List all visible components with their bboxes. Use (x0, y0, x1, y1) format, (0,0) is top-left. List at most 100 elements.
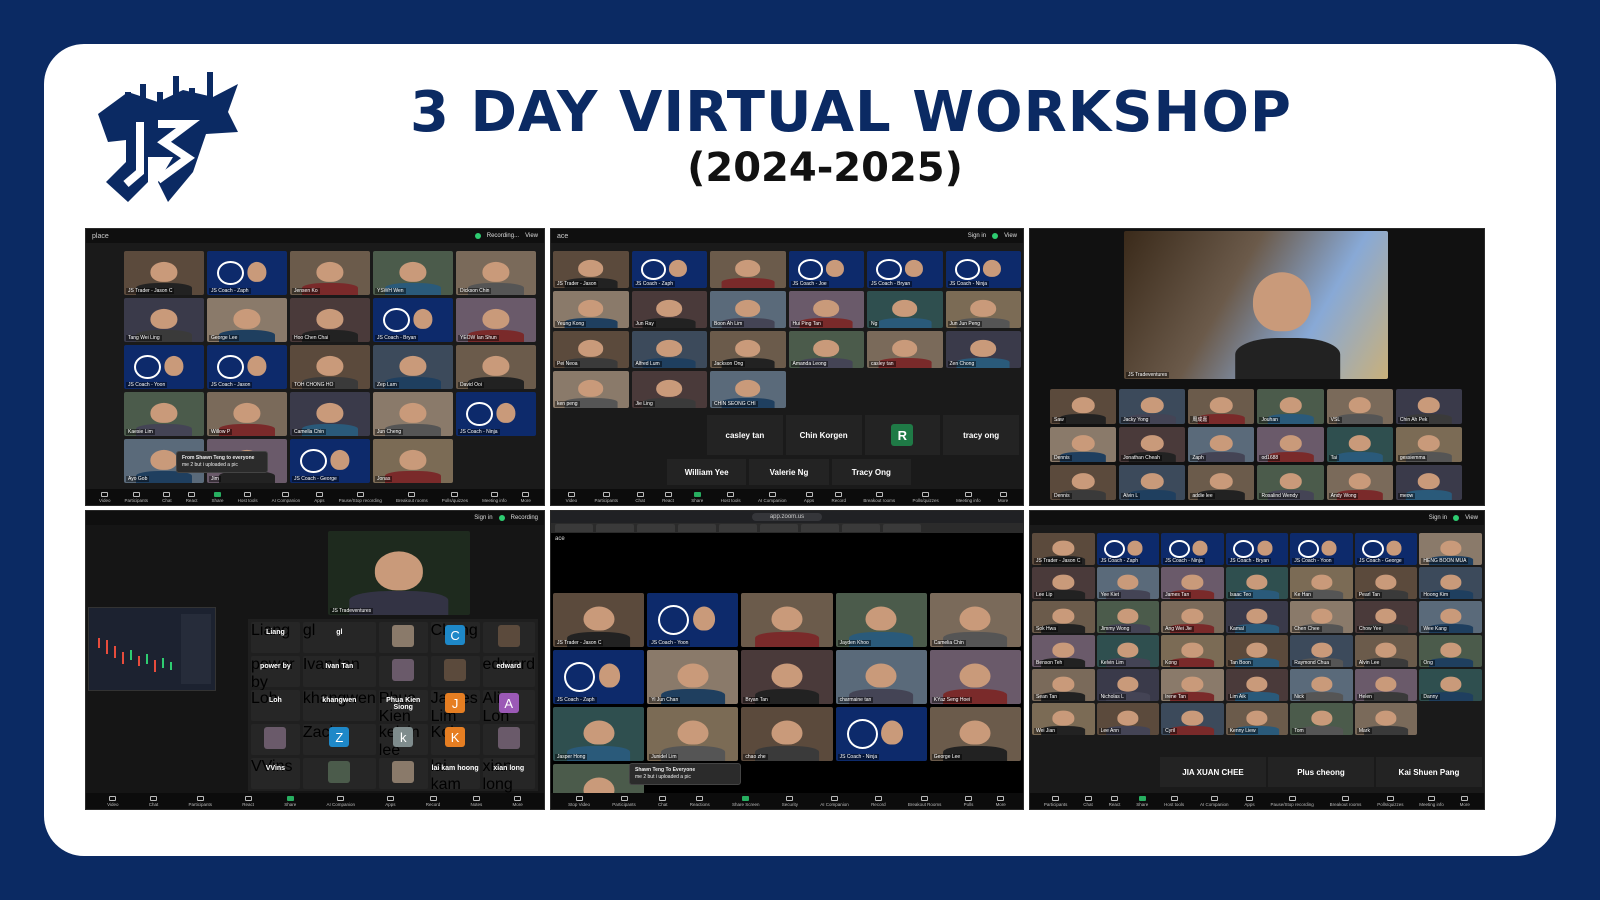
participant-video-tile[interactable] (741, 593, 833, 647)
participant-video-tile[interactable]: Bryan Tan (741, 650, 833, 704)
toolbar-button[interactable]: AI Companion (1200, 795, 1229, 807)
toolbar-button[interactable]: Chat (635, 491, 645, 503)
participant-video-tile[interactable]: Saw (1050, 389, 1117, 424)
participant-video-tile[interactable]: Pei Neoa (553, 331, 629, 368)
participant-video-tile[interactable]: George Lee (207, 298, 287, 342)
participant-video-tile[interactable]: Willow P (207, 392, 287, 436)
participant-video-tile[interactable]: Ong (1419, 635, 1482, 667)
toolbar-button[interactable]: AI Companion (758, 491, 787, 503)
browser-tab[interactable] (842, 524, 880, 532)
participant-video-tile[interactable]: addie lee (1188, 465, 1255, 500)
participant-video-tile[interactable]: 周成嘉 (1188, 389, 1255, 424)
toolbar-button[interactable]: Chat (658, 795, 668, 807)
toolbar-button[interactable]: Apps (385, 795, 396, 807)
participant-video-tile[interactable]: Dickson Chin (456, 251, 536, 295)
toolbar-button[interactable]: Apps (804, 491, 814, 503)
participant-video-tile[interactable]: Jensen Ko (290, 251, 370, 295)
participant-video-tile[interactable]: Chin Ah Pek (1395, 389, 1462, 424)
toolbar-button[interactable]: Host tools (238, 491, 258, 503)
participant-video-tile[interactable]: JS Trader - Jason C (1032, 533, 1095, 565)
participant-name-tile[interactable]: gl gl (302, 622, 376, 653)
toolbar-button[interactable]: Apps (314, 491, 325, 503)
toolbar-button[interactable]: Record (426, 795, 440, 807)
toolbar-button[interactable]: More (1460, 795, 1470, 807)
participant-letter-tile[interactable]: AAlice Loh (482, 690, 535, 725)
toolbar-button[interactable]: More (998, 491, 1008, 503)
participant-video-tile[interactable]: Ke Han (1290, 567, 1353, 599)
participant-photo-tile[interactable] (482, 622, 535, 653)
participant-video-tile[interactable]: Kamal (1225, 601, 1289, 633)
toolbar-button[interactable]: Polls/quizzes (1377, 795, 1403, 807)
toolbar-button[interactable]: Breakout rooms (863, 491, 895, 503)
participant-video-tile[interactable]: Andy Wong (1326, 465, 1393, 500)
participant-video-tile[interactable]: JS Trader - Jason C (553, 593, 645, 647)
participant-video-tile[interactable]: Ang Wei Jie (1161, 601, 1224, 633)
participant-video-tile[interactable]: Tai (1326, 427, 1393, 462)
toolbar-button[interactable]: Polls (964, 795, 973, 807)
participant-name-tile[interactable]: VVins VVins (251, 758, 300, 789)
participant-video-tile[interactable]: Tan Boon (1225, 635, 1289, 667)
participant-video-tile[interactable]: James Tan (1161, 567, 1224, 599)
participant-video-tile[interactable]: Camelia Chin (929, 593, 1021, 647)
view-button[interactable]: View (1004, 233, 1017, 239)
participant-photo-tile[interactable] (378, 622, 428, 653)
browser-tab[interactable] (883, 524, 921, 532)
toolbar-button[interactable]: Pause/Stop recording (339, 491, 382, 503)
participant-name-tile[interactable]: Ivan Tan Ivan tan (302, 656, 376, 687)
browser-tab[interactable] (555, 524, 593, 532)
participant-video-tile[interactable]: JS Coach - Bryan (1225, 533, 1289, 565)
participant-video-tile[interactable]: Jacky Yong (1119, 389, 1186, 424)
participant-video-tile[interactable]: Kenny Liew (1225, 703, 1289, 735)
participant-video-tile[interactable]: Tang Wei Ling (124, 298, 204, 342)
participant-video-tile[interactable]: Sean Tan (1032, 669, 1095, 701)
toolbar-button[interactable]: Video (99, 491, 110, 503)
toolbar-button[interactable]: Participants (594, 491, 618, 503)
participant-video-tile[interactable]: Jayden Khoo (835, 593, 927, 647)
participant-video-tile[interactable]: Jonas (373, 439, 453, 483)
participant-video-tile[interactable]: casley tan (867, 331, 943, 368)
participant-video-tile[interactable]: JS Coach - Zaph (631, 251, 707, 288)
browser-tab[interactable] (719, 524, 757, 532)
toolbar-button[interactable]: React (242, 795, 254, 807)
participant-video-tile[interactable]: JS Coach - Ninja (945, 251, 1021, 288)
toolbar-button[interactable]: Polls/quizzes (912, 491, 939, 503)
toolbar-button[interactable]: Chat (1083, 795, 1093, 807)
toolbar-button[interactable]: React (186, 491, 197, 503)
toolbar-button[interactable]: Share Screen (732, 795, 760, 807)
participant-video-tile[interactable]: gessiemma (1395, 427, 1462, 462)
participant-video-tile[interactable]: Zen Chong (945, 331, 1021, 368)
participant-letter-tile[interactable]: CChung (430, 622, 480, 653)
participant-video-tile[interactable]: JS Coach - Joe (788, 251, 864, 288)
toolbar-button[interactable]: Pause/Stop recording (1270, 795, 1314, 807)
participant-video-tile[interactable]: JS Coach - George (1354, 533, 1418, 565)
participant-video-tile[interactable]: Jun Jun Peng (945, 291, 1021, 328)
participant-video-tile[interactable]: Zep Lam (373, 345, 453, 389)
participant-photo-tile[interactable] (378, 656, 428, 687)
participant-video-tile[interactable]: Raymond Chua (1290, 635, 1353, 667)
browser-tab[interactable] (596, 524, 634, 532)
toolbar-button[interactable]: Apps (1244, 795, 1255, 807)
toolbar-button[interactable]: Host tools (721, 491, 741, 503)
toolbar-button[interactable]: Breakout Rooms (908, 795, 941, 807)
participant-video-tile[interactable]: Jun Ray (631, 291, 707, 328)
participant-video-tile[interactable]: JS Coach - Ninja (456, 392, 536, 436)
participant-video-tile[interactable]: Helen (1354, 669, 1418, 701)
participant-video-tile[interactable]: Jimmy Wong (1096, 601, 1160, 633)
participant-video-tile[interactable]: meow (1395, 465, 1462, 500)
toolbar-button[interactable]: Host tools (1164, 795, 1184, 807)
participant-video-tile[interactable]: Jackson Ong (710, 331, 786, 368)
participant-name-tile[interactable]: lai kam hoonglai kam hoong (430, 758, 480, 809)
participant-video-tile[interactable]: JS Coach - Zaph (553, 650, 645, 704)
participant-photo-tile[interactable] (302, 758, 376, 789)
toolbar-button[interactable]: Meeting info (956, 491, 981, 503)
participant-video-tile[interactable]: JS Coach - Bryan (867, 251, 943, 288)
participant-video-tile[interactable]: Jouhan (1257, 389, 1324, 424)
sign-in-link[interactable]: Sign in (474, 515, 492, 521)
participant-name-tile[interactable]: Phua Kien SiongPhua Kien Siong (378, 690, 428, 743)
toolbar-button[interactable]: Record (871, 795, 886, 807)
browser-tab[interactable] (801, 524, 839, 532)
toolbar-button[interactable]: React (662, 491, 674, 503)
participant-video-tile[interactable]: HENG BOON MUA (1419, 533, 1482, 565)
participant-video-tile[interactable]: JS Trader - Jason C (124, 251, 204, 295)
participant-photo-tile[interactable] (251, 724, 300, 755)
